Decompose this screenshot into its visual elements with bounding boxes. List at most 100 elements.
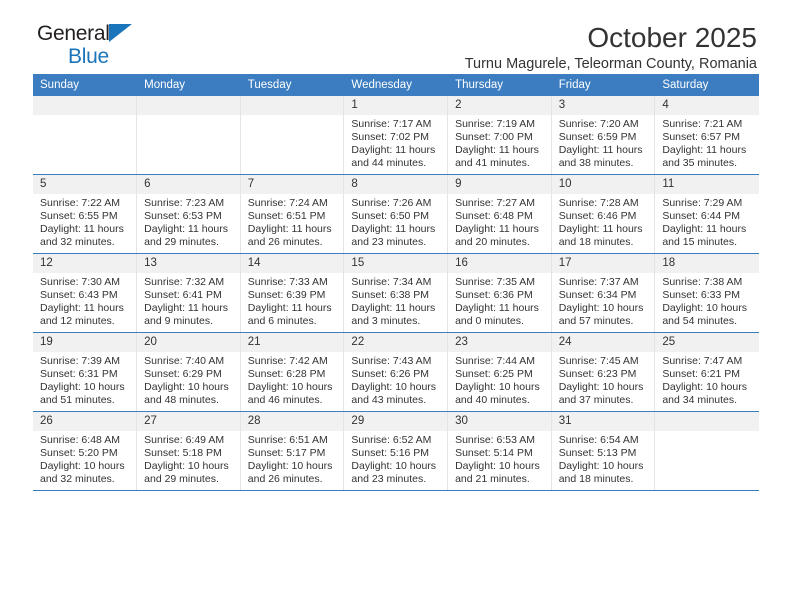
calendar-day-cell[interactable]: 28 Sunrise: 6:51 AM Sunset: 5:17 PM Dayligh… [240, 411, 345, 491]
calendar-day-cell[interactable]: 17 Sunrise: 7:37 AM Sunset: 6:34 PM Dayligh… [551, 253, 656, 333]
calendar-day-cell[interactable]: 23 Sunrise: 7:44 AM Sunset: 6:25 PM Dayligh… [447, 332, 552, 412]
calendar-day-cell[interactable]: 13 Sunrise: 7:32 AM Sunset: 6:41 PM Dayligh… [136, 253, 241, 333]
day-number: 30 [448, 412, 551, 431]
day-cell-content: 6 Sunrise: 7:23 AM Sunset: 6:53 PM Daylight… [137, 175, 240, 253]
calendar-day-cell[interactable]: 8 Sunrise: 7:26 AM Sunset: 6:50 PM Daylight… [343, 174, 449, 254]
daylight-duration-line2: and 29 minutes. [144, 473, 219, 486]
day-sun-info: Sunrise: 7:40 AM Sunset: 6:29 PM Daylight:… [137, 352, 240, 407]
calendar-day-cell[interactable]: 12 Sunrise: 7:30 AM Sunset: 6:43 PM Dayligh… [33, 253, 138, 333]
calendar-day-cell[interactable]: 10 Sunrise: 7:28 AM Sunset: 6:46 PM Dayligh… [551, 174, 656, 254]
day-sun-info: Sunrise: 6:54 AM Sunset: 5:13 PM Daylight:… [552, 431, 655, 486]
sunrise-time: Sunrise: 7:42 AM [247, 355, 328, 367]
daylight-duration-line2: and 41 minutes. [455, 157, 530, 170]
daylight-duration-line2: and 29 minutes. [144, 236, 219, 249]
sunrise-time: Sunrise: 7:24 AM [247, 197, 328, 209]
day-number: 21 [240, 333, 344, 352]
calendar-day-cell [33, 96, 138, 175]
calendar-day-cell[interactable]: 3 Sunrise: 7:20 AM Sunset: 6:59 PM Daylight… [551, 96, 656, 175]
calendar-day-cell[interactable]: 4 Sunrise: 7:21 AM Sunset: 6:57 PM Daylight… [654, 96, 759, 175]
day-number: 13 [137, 254, 240, 273]
calendar-day-cell [136, 96, 241, 175]
day-cell-content: 22 Sunrise: 7:43 AM Sunset: 6:26 PM Dayligh… [344, 333, 448, 411]
calendar-week-row: 12 Sunrise: 7:30 AM Sunset: 6:43 PM Dayligh… [33, 253, 759, 333]
daylight-duration-line2: and 48 minutes. [144, 394, 219, 407]
sunset-time: Sunset: 5:17 PM [247, 447, 326, 460]
daylight-duration-line2: and 43 minutes. [351, 394, 427, 407]
sunset-time: Sunset: 6:29 PM [144, 368, 222, 381]
calendar-day-cell[interactable]: 18 Sunrise: 7:38 AM Sunset: 6:33 PM Dayligh… [654, 253, 759, 333]
calendar-day-cell[interactable]: 31 Sunrise: 6:54 AM Sunset: 5:13 PM Dayligh… [551, 411, 656, 491]
day-cell-content [655, 412, 759, 490]
day-cell-content: 19 Sunrise: 7:39 AM Sunset: 6:31 PM Dayligh… [33, 333, 137, 411]
day-number: 28 [240, 412, 344, 431]
calendar-day-cell[interactable]: 19 Sunrise: 7:39 AM Sunset: 6:31 PM Dayligh… [33, 332, 138, 412]
day-sun-info: Sunrise: 7:39 AM Sunset: 6:31 PM Daylight:… [33, 352, 136, 407]
sunrise-time: Sunrise: 6:51 AM [247, 434, 328, 446]
calendar-day-cell[interactable]: 16 Sunrise: 7:35 AM Sunset: 6:36 PM Dayligh… [447, 253, 552, 333]
calendar-day-cell[interactable]: 9 Sunrise: 7:27 AM Sunset: 6:48 PM Daylight… [447, 174, 552, 254]
sunrise-time: Sunrise: 7:32 AM [144, 276, 225, 288]
calendar-day-cell[interactable]: 25 Sunrise: 7:47 AM Sunset: 6:21 PM Dayligh… [654, 332, 759, 412]
logo-text-blue: Blue [68, 45, 109, 68]
calendar-day-cell[interactable]: 5 Sunrise: 7:22 AM Sunset: 6:55 PM Daylight… [33, 174, 138, 254]
daylight-duration-line2: and 34 minutes. [662, 394, 738, 407]
daylight-duration-line2: and 32 minutes. [40, 473, 115, 486]
calendar-day-cell[interactable]: 20 Sunrise: 7:40 AM Sunset: 6:29 PM Dayligh… [136, 332, 241, 412]
sunrise-time: Sunrise: 7:20 AM [558, 118, 639, 130]
calendar-day-cell [654, 411, 759, 491]
calendar-day-cell[interactable]: 1 Sunrise: 7:17 AM Sunset: 7:02 PM Daylight… [343, 96, 449, 175]
page-title: October 2025 [587, 22, 757, 53]
sunset-time: Sunset: 6:31 PM [40, 368, 118, 381]
day-sun-info: Sunrise: 7:28 AM Sunset: 6:46 PM Daylight:… [552, 194, 655, 249]
sunset-time: Sunset: 6:44 PM [662, 210, 740, 223]
day-number: 15 [344, 254, 448, 273]
day-number: 7 [240, 175, 344, 194]
calendar-day-cell[interactable]: 27 Sunrise: 6:49 AM Sunset: 5:18 PM Dayligh… [136, 411, 241, 491]
calendar-day-cell[interactable]: 2 Sunrise: 7:19 AM Sunset: 7:00 PM Daylight… [447, 96, 552, 175]
day-sun-info: Sunrise: 7:20 AM Sunset: 6:59 PM Daylight:… [552, 115, 655, 170]
sunrise-time: Sunrise: 7:40 AM [144, 355, 225, 367]
daylight-duration-line1: Daylight: 10 hours [662, 381, 747, 394]
day-cell-content: 17 Sunrise: 7:37 AM Sunset: 6:34 PM Dayligh… [551, 254, 655, 332]
sunrise-time: Sunrise: 7:27 AM [455, 197, 536, 209]
day-sun-info: Sunrise: 6:49 AM Sunset: 5:18 PM Daylight:… [137, 431, 240, 486]
calendar-day-cell[interactable]: 24 Sunrise: 7:45 AM Sunset: 6:23 PM Dayligh… [551, 332, 656, 412]
daylight-duration-line2: and 44 minutes. [351, 157, 427, 170]
sunset-time: Sunset: 6:33 PM [662, 289, 740, 302]
sunset-time: Sunset: 5:18 PM [144, 447, 222, 460]
weekday-header-tuesday: Tuesday [240, 74, 345, 96]
day-sun-info: Sunrise: 6:48 AM Sunset: 5:20 PM Daylight:… [33, 431, 136, 486]
day-number: 12 [33, 254, 137, 273]
day-sun-info: Sunrise: 7:21 AM Sunset: 6:57 PM Daylight:… [655, 115, 758, 170]
daylight-duration-line2: and 51 minutes. [40, 394, 115, 407]
day-cell-content [137, 96, 240, 174]
calendar-day-cell[interactable]: 14 Sunrise: 7:33 AM Sunset: 6:39 PM Dayligh… [240, 253, 345, 333]
calendar-day-cell[interactable]: 11 Sunrise: 7:29 AM Sunset: 6:44 PM Dayligh… [654, 174, 759, 254]
sunset-time: Sunset: 6:39 PM [247, 289, 326, 302]
weekday-header-saturday: Saturday [654, 74, 759, 96]
calendar-day-cell[interactable]: 7 Sunrise: 7:24 AM Sunset: 6:51 PM Daylight… [240, 174, 345, 254]
sunset-time: Sunset: 6:51 PM [247, 210, 326, 223]
calendar-week-row: 26 Sunrise: 6:48 AM Sunset: 5:20 PM Dayligh… [33, 411, 759, 491]
calendar-day-cell[interactable]: 21 Sunrise: 7:42 AM Sunset: 6:28 PM Dayligh… [240, 332, 345, 412]
day-sun-info: Sunrise: 7:33 AM Sunset: 6:39 PM Daylight:… [241, 273, 344, 328]
sunset-time: Sunset: 6:41 PM [144, 289, 222, 302]
daylight-duration-line1: Daylight: 10 hours [144, 460, 229, 473]
daylight-duration-line2: and 32 minutes. [40, 236, 115, 249]
page-header: General Blue October 2025 Turnu Magurele… [33, 0, 759, 74]
sunset-time: Sunset: 6:38 PM [351, 289, 430, 302]
calendar-day-cell[interactable]: 22 Sunrise: 7:43 AM Sunset: 6:26 PM Dayligh… [343, 332, 449, 412]
calendar-day-cell[interactable]: 30 Sunrise: 6:53 AM Sunset: 5:14 PM Dayligh… [447, 411, 552, 491]
daylight-duration-line1: Daylight: 10 hours [662, 302, 747, 315]
daylight-duration-line2: and 37 minutes. [558, 394, 634, 407]
calendar-day-cell[interactable]: 29 Sunrise: 6:52 AM Sunset: 5:16 PM Dayligh… [343, 411, 449, 491]
day-cell-content: 2 Sunrise: 7:19 AM Sunset: 7:00 PM Daylight… [448, 96, 551, 174]
daylight-duration-line1: Daylight: 10 hours [558, 302, 644, 315]
calendar-day-cell[interactable]: 15 Sunrise: 7:34 AM Sunset: 6:38 PM Dayligh… [343, 253, 449, 333]
calendar-day-cell[interactable]: 6 Sunrise: 7:23 AM Sunset: 6:53 PM Daylight… [136, 174, 241, 254]
calendar-day-cell[interactable]: 26 Sunrise: 6:48 AM Sunset: 5:20 PM Dayligh… [33, 411, 138, 491]
day-cell-content: 26 Sunrise: 6:48 AM Sunset: 5:20 PM Dayligh… [33, 412, 137, 490]
generalblue-logo[interactable]: General Blue [37, 22, 157, 70]
sunset-time: Sunset: 6:26 PM [351, 368, 430, 381]
day-number: 3 [551, 96, 655, 115]
